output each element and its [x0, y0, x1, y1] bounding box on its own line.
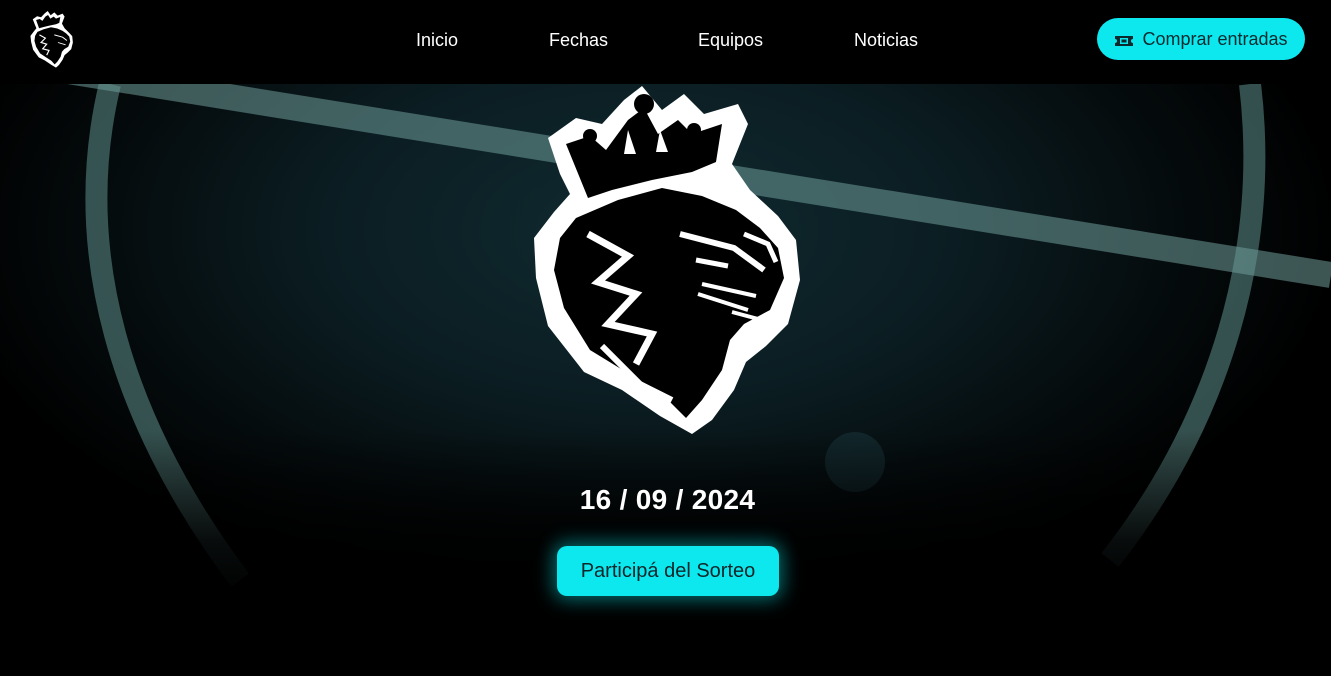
ticket-icon — [1114, 32, 1134, 46]
buy-tickets-button[interactable]: Comprar entradas — [1097, 18, 1305, 60]
buy-tickets-label: Comprar entradas — [1142, 28, 1288, 49]
nav-link-equipos[interactable]: Equipos — [698, 28, 763, 52]
crowned-lion-logo-icon — [532, 84, 804, 434]
nav-link-inicio[interactable]: Inicio — [416, 28, 458, 52]
nav-link-fechas[interactable]: Fechas — [549, 28, 608, 52]
page: Inicio Fechas Equipos Noticias Comprar e… — [0, 0, 1331, 676]
raffle-participate-button[interactable]: Participá del Sorteo — [557, 546, 779, 596]
navbar: Inicio Fechas Equipos Noticias Comprar e… — [0, 0, 1331, 84]
nav-link-noticias[interactable]: Noticias — [854, 28, 918, 52]
event-date: 16 / 09 / 2024 — [579, 484, 756, 515]
